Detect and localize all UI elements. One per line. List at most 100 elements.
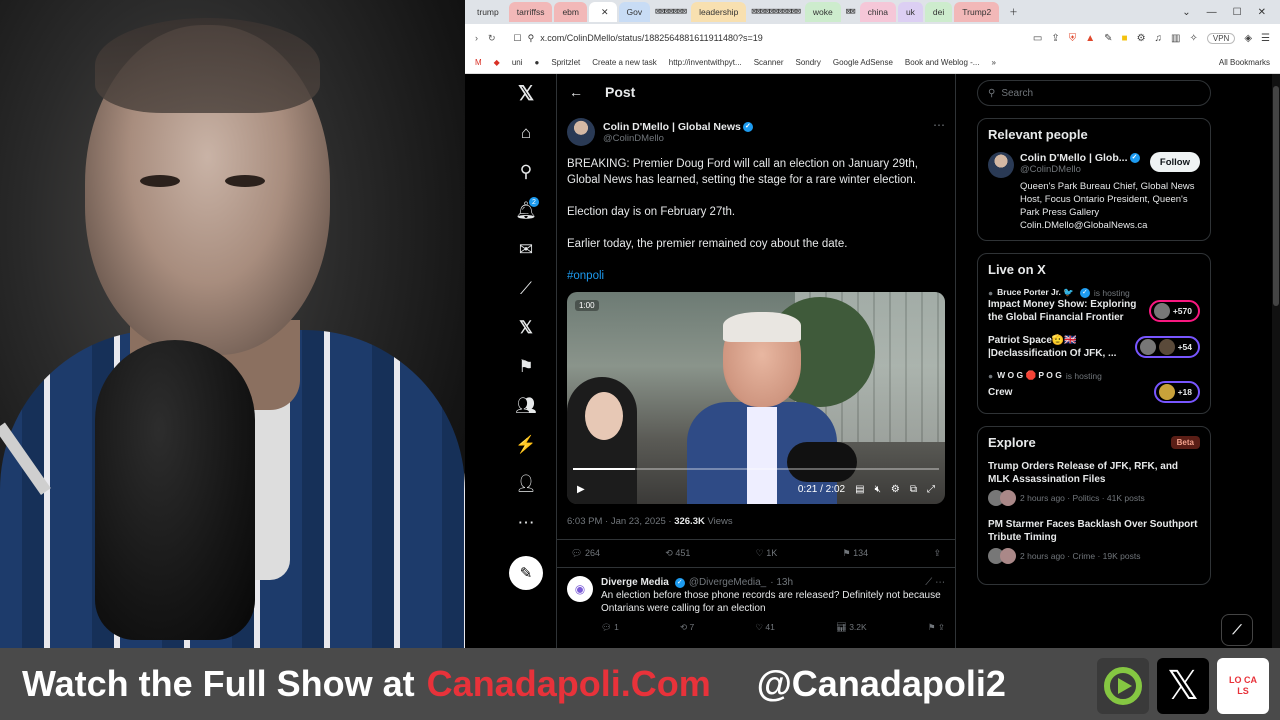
explore-item[interactable]: Trump Orders Release of JFK, RFK, and ML… (988, 460, 1200, 506)
search-icon[interactable]: ⚲ (505, 152, 547, 191)
wallet-icon[interactable]: ◈ (1244, 33, 1252, 44)
menu-icon[interactable]: ☰ (1261, 33, 1270, 44)
collapsed-tabs[interactable]: ⊠⊠⊠⊠⊠⊠⊠ (652, 2, 689, 22)
all-bookmarks-folder[interactable]: All Bookmarks (1219, 58, 1270, 67)
github-icon[interactable]: ● (535, 58, 540, 67)
reply-button[interactable]: 💬︎ 1 (601, 621, 619, 634)
tab-group[interactable]: Trump2 (954, 2, 1000, 22)
captions-icon[interactable]: ▤ (855, 484, 864, 495)
bookmark-item[interactable]: Scanner (754, 58, 784, 67)
reload-icon[interactable]: ↻ (488, 33, 496, 44)
bookmark-item[interactable]: Sondry (795, 58, 820, 67)
author-name[interactable]: Colin D'Mello | Global News (603, 121, 741, 133)
verified-orgs-icon[interactable]: ⚡ (505, 425, 547, 464)
pip-icon[interactable]: ⧉ (910, 484, 917, 495)
tab-group[interactable]: uk (897, 2, 923, 22)
bookmark-item[interactable]: http://inventwithpyt... (669, 58, 742, 67)
author-handle[interactable]: @ColinDMello (603, 133, 753, 144)
extension-icon[interactable]: ✎ (1104, 33, 1112, 44)
collapsed-tabs[interactable]: ⊠⊠ (843, 2, 858, 22)
x-logo-icon[interactable]: 𝕏 (505, 74, 547, 113)
close-tab-icon[interactable]: ✕ (601, 7, 609, 18)
bookmark-share-icons[interactable]: ⚑ ⇪ (928, 621, 945, 634)
extensions-icon[interactable]: ✧ (1189, 33, 1197, 44)
avatar[interactable] (567, 118, 595, 146)
like-button[interactable]: ♡ 41 (755, 621, 774, 634)
search-input[interactable]: ⚲ Search (977, 80, 1211, 106)
messages-icon[interactable]: ✉ (505, 230, 547, 269)
premium-icon[interactable]: 𝕏 (505, 308, 547, 347)
mute-icon[interactable]: 🔇︎ (875, 484, 881, 495)
live-space-item[interactable]: ● W O G 🛑 P O Gis hosting Crew +18 (988, 370, 1200, 403)
more-options-icon[interactable]: ⋯ (933, 118, 945, 132)
bookmark-item[interactable]: Create a new task (592, 58, 656, 67)
reply-time[interactable]: · 13h (770, 576, 793, 589)
new-tab-button[interactable]: ＋ (1001, 2, 1026, 22)
active-tab[interactable]: ✕ (589, 2, 617, 22)
person-handle[interactable]: @ColinDMello (1020, 164, 1140, 175)
reply-avatar[interactable]: ◉ (567, 576, 593, 602)
page-scrollbar[interactable] (1272, 74, 1280, 648)
sidebar-icon[interactable]: ▥ (1171, 33, 1180, 44)
extension-icon[interactable]: ⚙ (1137, 33, 1146, 44)
follow-button[interactable]: Follow (1149, 152, 1200, 172)
home-icon[interactable]: ⌂ (505, 113, 547, 152)
views-button[interactable]: 📊︎ 3.2K (836, 621, 867, 634)
bookmark-item[interactable]: Book and Weblog -... (905, 58, 980, 67)
bookmark-item[interactable]: uni (512, 58, 523, 67)
more-icon[interactable]: ⋯ (505, 503, 547, 542)
reply-author-name[interactable]: Diverge Media (601, 576, 669, 589)
bookmarks-icon[interactable]: ⚑ (505, 347, 547, 386)
maximize-icon[interactable]: ☐ (1233, 7, 1242, 18)
bookmark-icon[interactable]: ◆ (494, 58, 500, 67)
close-window-icon[interactable]: ✕ (1258, 7, 1266, 18)
more-bookmarks-icon[interactable]: » (991, 58, 995, 67)
cast-icon[interactable]: ▭ (1033, 33, 1042, 44)
tab-group[interactable]: dei (924, 2, 953, 22)
notifications-icon[interactable]: 🔔︎ 2 (505, 191, 547, 230)
tab-group[interactable]: china (859, 2, 896, 22)
scrollbar-thumb[interactable] (1273, 86, 1279, 306)
repost-button[interactable]: ⟲ 7 (680, 621, 694, 634)
compose-post-button[interactable]: ✎ (509, 556, 543, 590)
grok-icon[interactable]: ⟋ (505, 269, 547, 308)
brave-shield-icon[interactable]: ⛨ (1069, 33, 1077, 44)
share-icon[interactable]: ⇪ (1051, 33, 1059, 44)
fullscreen-icon[interactable]: ⤢ (927, 484, 935, 495)
gmail-icon[interactable]: M (475, 58, 482, 67)
forward-icon[interactable]: › (475, 33, 478, 43)
tab-group[interactable]: ebm (554, 2, 587, 22)
music-icon[interactable]: ♫ (1155, 33, 1163, 44)
communities-icon[interactable]: 👥︎ (505, 386, 547, 425)
repost-button[interactable]: ⟲ 451 (665, 548, 690, 559)
rewards-icon[interactable]: ▲ (1085, 33, 1095, 44)
grok-explain-icon[interactable]: ⟋ ⋯ (925, 576, 945, 589)
tab-group[interactable]: woke (804, 2, 841, 22)
settings-icon[interactable]: ⚙ (891, 484, 900, 495)
url-text[interactable]: x.com/ColinDMello/status/188256488161191… (540, 33, 763, 43)
extension-icon[interactable]: ■ (1122, 33, 1128, 44)
profile-icon[interactable]: 👤︎ (505, 464, 547, 503)
bookmark-item[interactable]: Spritzlet (551, 58, 580, 67)
reply-author-handle[interactable]: @DivergeMedia_ (689, 576, 766, 589)
tweet-timestamp[interactable]: 6:03 PM · Jan 23, 2025 · (567, 516, 674, 527)
back-arrow-icon[interactable]: ← (569, 84, 583, 100)
like-button[interactable]: ♡ 1K (756, 548, 778, 559)
bookmark-button[interactable]: ⚑ 134 (843, 548, 869, 559)
hashtag-link[interactable]: #onpoli (567, 268, 945, 284)
minimize-icon[interactable]: — (1207, 7, 1217, 18)
url-field[interactable]: ☐ ⚲ x.com/ColinDMello/status/18825648816… (506, 28, 806, 48)
live-space-item[interactable]: ● Bruce Porter Jr. 🐦 ✓ is hosting Impact Mo… (988, 287, 1200, 324)
tab-group[interactable]: tarriffss (508, 2, 553, 22)
grok-button[interactable]: ⟋ (1221, 614, 1253, 646)
video-player[interactable]: 1:00 ▶ 0:21 / 2:02 ▤ 🔇︎ ⚙ ⧉ ⤢ (567, 292, 945, 504)
avatar[interactable] (988, 152, 1014, 178)
relevant-person[interactable]: Colin D'Mello | Glob... ✓ @ColinDMello Fo… (988, 152, 1200, 178)
reply-button[interactable]: 💬︎ 264 (571, 548, 600, 559)
video-progress-bar[interactable] (573, 468, 939, 470)
tab-search-icon[interactable]: ⌄ (1182, 7, 1190, 18)
explore-item[interactable]: PM Starmer Faces Backlash Over Southport… (988, 518, 1200, 564)
tab-group[interactable]: Gov (618, 2, 651, 22)
tab-group[interactable]: trump (469, 2, 507, 22)
collapsed-tabs[interactable]: ⊠⊠⊠⊠⊠⊠⊠⊠⊠⊠⊠ (748, 2, 803, 22)
